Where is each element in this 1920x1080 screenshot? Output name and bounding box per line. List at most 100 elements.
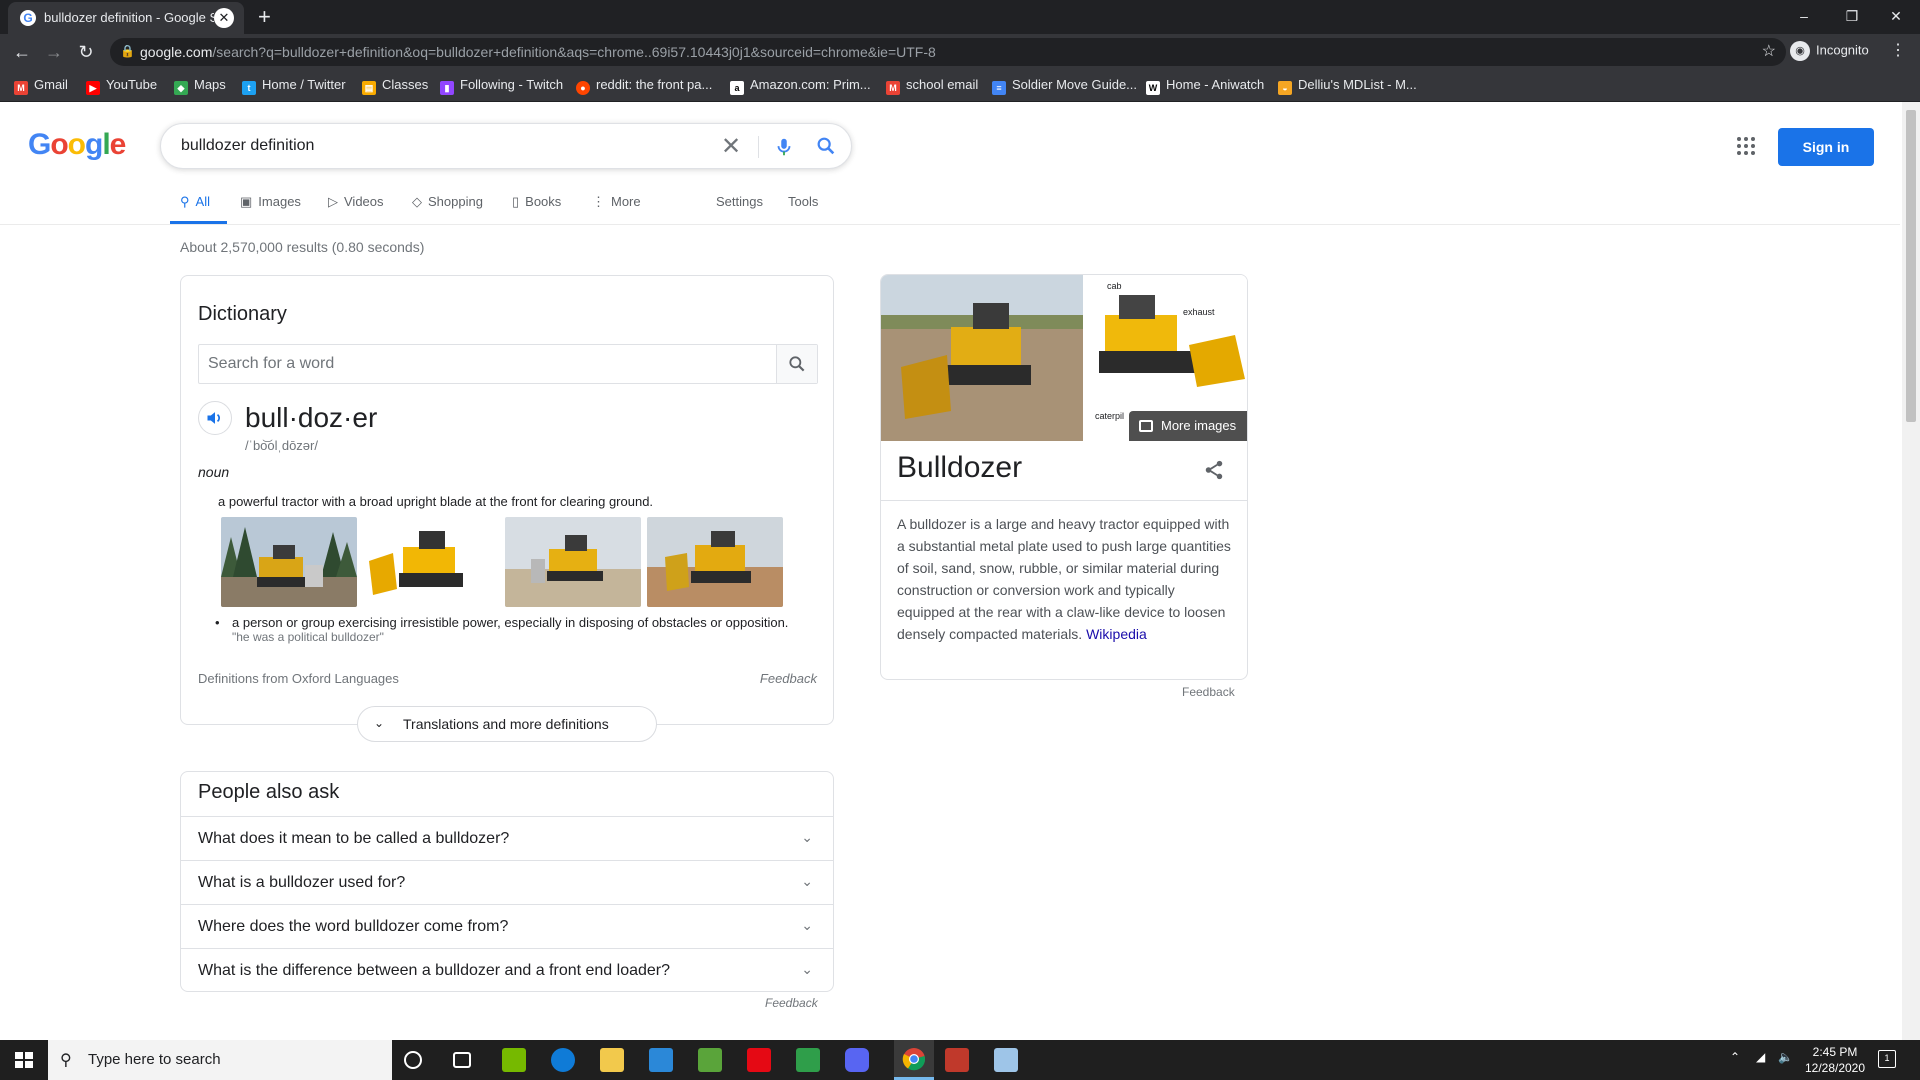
- nvidia-icon[interactable]: [502, 1048, 526, 1072]
- bulldozer-photo-field[interactable]: [505, 517, 641, 607]
- chrome-icon: [902, 1048, 926, 1071]
- new-tab-icon[interactable]: +: [258, 4, 271, 30]
- edge-icon[interactable]: [551, 1048, 575, 1072]
- close-tab-icon[interactable]: ✕: [214, 8, 234, 28]
- related-question[interactable]: What is a bulldozer used for? ⌄: [181, 860, 833, 904]
- google-logo[interactable]: Google: [28, 128, 126, 162]
- netflix-icon[interactable]: [747, 1048, 771, 1072]
- people-also-ask-feedback-link[interactable]: Feedback: [765, 996, 818, 1010]
- close-window-icon[interactable]: ✕: [1876, 4, 1916, 28]
- related-question[interactable]: Where does the word bulldozer come from?…: [181, 904, 833, 948]
- cortana-icon[interactable]: [404, 1051, 422, 1069]
- chevron-down-icon: ⌄: [801, 873, 813, 889]
- dictionary-search-placeholder[interactable]: Search for a word: [208, 355, 334, 373]
- bookmark-twitter[interactable]: t Home / Twitter: [242, 77, 346, 95]
- bookmark-mdlist[interactable]: ◒ Delliu's MDList - M...: [1278, 77, 1417, 95]
- stack-app-icon[interactable]: [796, 1048, 820, 1072]
- page-scrollbar[interactable]: [1902, 102, 1920, 1040]
- tools-link[interactable]: Tools: [788, 194, 818, 209]
- dictionary-search-button[interactable]: [776, 345, 817, 383]
- mail-icon[interactable]: [649, 1048, 673, 1072]
- tab-more[interactable]: ⋮ More: [592, 194, 641, 210]
- minecraft-icon[interactable]: [698, 1048, 722, 1072]
- bookmark-amazon[interactable]: a Amazon.com: Prim...: [730, 77, 871, 95]
- bookmark-classes[interactable]: ▤ Classes: [362, 77, 428, 95]
- tab-all[interactable]: ⚲ All: [180, 194, 210, 210]
- reload-icon[interactable]: ↻: [74, 40, 98, 64]
- bookmark-label: reddit: the front pa...: [596, 77, 713, 92]
- forward-icon[interactable]: →: [42, 40, 66, 64]
- more-images-button[interactable]: More images: [1129, 411, 1247, 441]
- dictionary-feedback-link[interactable]: Feedback: [760, 671, 817, 686]
- chrome-taskbar-button[interactable]: [894, 1040, 934, 1080]
- restore-icon[interactable]: ❐: [1832, 4, 1872, 28]
- system-clock[interactable]: 2:45 PM 12/28/2020: [1800, 1044, 1870, 1076]
- presentation-app-icon[interactable]: [945, 1048, 969, 1072]
- dictionary-headword: bull·doz·er: [245, 402, 378, 433]
- discord-icon[interactable]: [845, 1048, 869, 1072]
- bookmark-label: school email: [906, 77, 979, 92]
- taskbar-search-box[interactable]: ⚲ Type here to search: [48, 1040, 392, 1080]
- browser-menu-icon[interactable]: ⋮: [1890, 40, 1906, 60]
- bulldozer-photo-forest[interactable]: [221, 517, 357, 607]
- related-question[interactable]: What does it mean to be called a bulldoz…: [181, 816, 833, 860]
- dictionary-search-field[interactable]: Search for a word: [198, 344, 818, 384]
- google-apps-icon[interactable]: [1736, 136, 1756, 156]
- notepad-icon[interactable]: [994, 1048, 1018, 1072]
- translations-more-definitions-button[interactable]: ⌄ Translations and more definitions: [357, 706, 657, 742]
- tab-shopping[interactable]: ◇ Shopping: [412, 194, 483, 210]
- back-icon[interactable]: ←: [10, 40, 34, 64]
- notifications-icon[interactable]: 1: [1878, 1050, 1896, 1068]
- windows-start-icon[interactable]: [0, 1040, 48, 1080]
- bookmark-school-email[interactable]: Mschool email: [886, 77, 978, 95]
- share-icon[interactable]: [1203, 459, 1225, 481]
- volume-icon[interactable]: 🔈: [1778, 1050, 1793, 1064]
- bookmark-label: Amazon.com: Prim...: [750, 77, 871, 92]
- bulldozer-photo-dirt[interactable]: [647, 517, 783, 607]
- question-text: Where does the word bulldozer come from?: [198, 918, 509, 935]
- logo-letter: o: [67, 128, 86, 161]
- file-explorer-icon[interactable]: [600, 1048, 624, 1072]
- bulldozer-hero-photo[interactable]: [881, 275, 1083, 441]
- bookmark-reddit[interactable]: ● reddit: the front pa...: [576, 77, 712, 95]
- show-hidden-icons-icon[interactable]: ⌃: [1730, 1050, 1740, 1064]
- gmail-icon: M: [886, 81, 900, 95]
- bookmark-maps[interactable]: ◆ Maps: [174, 77, 226, 95]
- browser-tab[interactable]: G bulldozer definition - Google Sea ✕: [8, 2, 244, 34]
- wikipedia-link[interactable]: Wikipedia: [1086, 626, 1147, 642]
- bookmark-aniwatch[interactable]: W Home - Aniwatch: [1146, 77, 1264, 95]
- scrollbar-thumb[interactable]: [1906, 110, 1916, 422]
- bookmark-gmail[interactable]: M Gmail: [14, 77, 68, 95]
- description-text: A bulldozer is a large and heavy tractor…: [897, 516, 1231, 642]
- incognito-profile[interactable]: ◉ Incognito: [1790, 41, 1869, 61]
- clear-search-icon[interactable]: ✕: [721, 132, 741, 161]
- bookmark-star-icon[interactable]: ☆: [1762, 41, 1776, 61]
- related-question[interactable]: What is the difference between a bulldoz…: [181, 948, 833, 992]
- tab-images[interactable]: ▣ Images: [240, 194, 301, 210]
- microphone-icon[interactable]: [773, 135, 795, 159]
- search-box[interactable]: bulldozer definition ✕: [160, 123, 852, 169]
- pronunciation-speaker-button[interactable]: [198, 401, 232, 435]
- image-icon: ▣: [240, 194, 253, 209]
- bulldozer-photo-studio[interactable]: [363, 517, 499, 607]
- network-icon[interactable]: ◢: [1756, 1050, 1765, 1064]
- url-host: google.com: [140, 44, 213, 60]
- bookmark-label: Home - Aniwatch: [1166, 77, 1265, 92]
- search-input[interactable]: bulldozer definition: [181, 137, 314, 155]
- tab-videos[interactable]: ▷ Videos: [328, 194, 384, 210]
- sign-in-button[interactable]: Sign in: [1778, 128, 1874, 166]
- dictionary-source[interactable]: Definitions from Oxford Languages: [198, 671, 399, 686]
- knowledge-panel-feedback-link[interactable]: Feedback: [1182, 685, 1235, 699]
- settings-link[interactable]: Settings: [716, 194, 763, 209]
- tab-books[interactable]: ▯ Books: [512, 194, 561, 210]
- task-view-icon[interactable]: [453, 1052, 471, 1068]
- bookmark-youtube[interactable]: ▶ YouTube: [86, 77, 157, 95]
- taskbar-search-placeholder[interactable]: Type here to search: [88, 1051, 221, 1068]
- search-icon[interactable]: [815, 135, 837, 157]
- diagram-label-exhaust: exhaust: [1183, 307, 1215, 317]
- address-bar[interactable]: 🔒 google.com/search?q=bulldozer+definiti…: [110, 38, 1786, 66]
- minimize-icon[interactable]: –: [1784, 4, 1824, 28]
- more-vert-icon: ⋮: [592, 194, 605, 209]
- bookmark-soldier-move[interactable]: ≡ Soldier Move Guide...: [992, 77, 1137, 95]
- bookmark-twitch[interactable]: ▮ Following - Twitch: [440, 77, 563, 95]
